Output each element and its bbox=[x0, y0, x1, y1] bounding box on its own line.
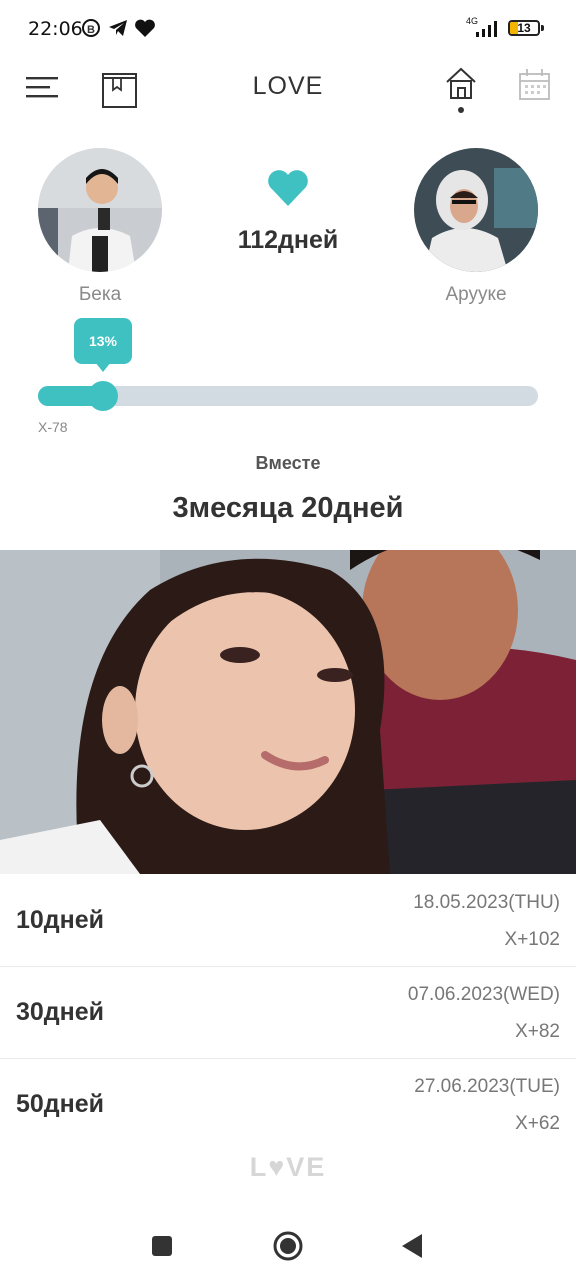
heart-status-icon bbox=[135, 19, 155, 37]
milestone-row[interactable]: 30дней 07.06.2023(WED) X+82 bbox=[0, 966, 576, 1059]
milestone-title: 50дней bbox=[16, 1090, 105, 1118]
system-nav-bar bbox=[0, 1200, 576, 1280]
back-icon[interactable] bbox=[400, 1232, 424, 1260]
couple-photo[interactable] bbox=[0, 550, 576, 874]
days-together-count: 112дней bbox=[237, 226, 339, 254]
home-icon[interactable] bbox=[443, 64, 479, 116]
status-bar: 22:06 B 4G 13 bbox=[0, 0, 576, 58]
milestone-relative: X+102 bbox=[504, 929, 560, 950]
battery-icon: 13 bbox=[508, 20, 540, 36]
battery-level: 13 bbox=[517, 21, 531, 35]
app-title: LOVE bbox=[252, 72, 324, 100]
calendar-icon[interactable] bbox=[517, 66, 553, 102]
partner-left-name: Бека bbox=[78, 284, 122, 305]
milestone-date: 07.06.2023(WED) bbox=[407, 984, 560, 1005]
footer-logo: L♥VE bbox=[249, 1152, 327, 1182]
avatar-right[interactable] bbox=[414, 148, 538, 272]
milestone-title: 10дней bbox=[16, 906, 105, 934]
recents-icon[interactable] bbox=[150, 1234, 174, 1258]
couple-photo-image bbox=[0, 550, 576, 874]
milestone-relative: X+62 bbox=[515, 1113, 560, 1130]
b-badge-icon: B bbox=[82, 19, 100, 37]
milestone-row[interactable]: 10дней 18.05.2023(THU) X+102 bbox=[0, 874, 576, 967]
milestone-date: 27.06.2023(TUE) bbox=[414, 1076, 560, 1097]
progress-tooltip-tip bbox=[95, 362, 111, 372]
duration-text: 3месяца 20дней bbox=[172, 492, 404, 524]
avatar-right-photo bbox=[414, 148, 538, 272]
progress-tooltip: 13% bbox=[74, 318, 132, 364]
home-button-icon[interactable] bbox=[272, 1230, 304, 1262]
signal-icon bbox=[476, 21, 497, 37]
milestone-relative: X+82 bbox=[515, 1021, 560, 1042]
battery-tip bbox=[541, 25, 544, 31]
together-label: Вместе bbox=[255, 453, 321, 473]
progress-thumb[interactable] bbox=[88, 381, 118, 411]
partner-right-name: Арууке bbox=[445, 284, 507, 305]
milestone-row[interactable]: 50дней 27.06.2023(TUE) X+62 bbox=[0, 1058, 576, 1130]
status-time: 22:06 bbox=[28, 18, 83, 40]
avatar-left[interactable] bbox=[38, 148, 162, 272]
milestone-date: 18.05.2023(THU) bbox=[413, 892, 560, 913]
milestone-list: 10дней 18.05.2023(THU) X+102 30дней 07.0… bbox=[0, 874, 576, 1130]
telegram-icon bbox=[109, 20, 127, 36]
milestone-title: 30дней bbox=[16, 998, 105, 1026]
heart-icon bbox=[268, 170, 308, 206]
countdown-label: X-78 bbox=[38, 419, 68, 435]
avatar-left-photo bbox=[38, 148, 162, 272]
